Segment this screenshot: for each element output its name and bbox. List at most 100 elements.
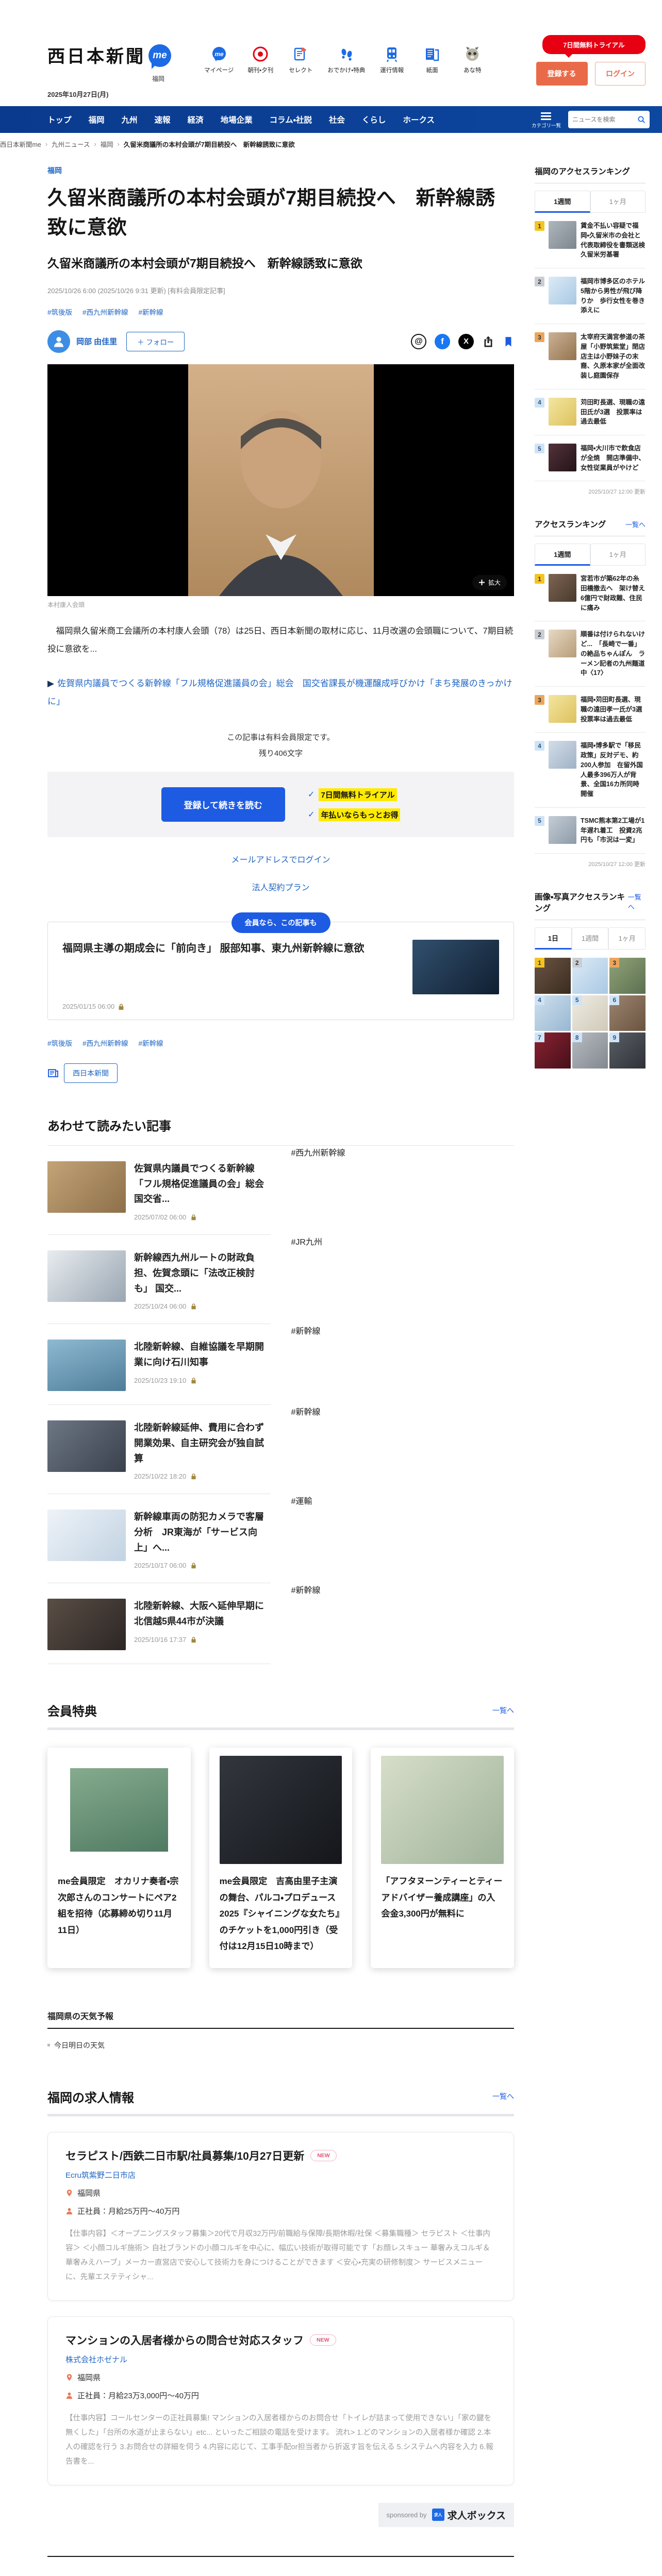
tab-1day[interactable]: 1日 xyxy=(535,927,572,950)
photo-ranking-item[interactable]: 7 xyxy=(535,1032,571,1069)
category-list-button[interactable]: カテゴリ一覧 xyxy=(532,111,561,129)
photo-ranking-item[interactable]: 8 xyxy=(572,1032,608,1069)
nav-jiba-kigyo[interactable]: 地場企業 xyxy=(221,114,253,125)
breadcrumb-kyushu-news[interactable]: 九州ニュース xyxy=(52,139,90,149)
ranking-item[interactable]: 5 福岡・大川市で飲食店が全焼 開店準備中、女性従業員がやけど xyxy=(535,435,646,482)
x-share-icon[interactable]: X xyxy=(458,333,474,349)
benefits-more-link[interactable]: 一覧へ xyxy=(492,1705,514,1716)
ranking-item[interactable]: 1 宮若市が築62年の糸田橋撤去へ 架け替え6億円で財政難、住民に痛み xyxy=(535,566,646,622)
member-article-thumbnail[interactable] xyxy=(412,940,499,995)
job-company-link[interactable]: Ecru筑紫野二日市店 xyxy=(65,2170,136,2180)
tag-chikugo[interactable]: #筑後版 xyxy=(47,307,72,317)
related-tag[interactable]: #新幹線 xyxy=(291,1324,515,1405)
photo-ranking-item[interactable]: 3 xyxy=(609,958,646,994)
nav-hawks[interactable]: ホークス xyxy=(403,114,435,125)
ranking-item[interactable]: 2 福岡市博多区のホテル5階から男性が飛び降りか 歩行女性を巻き添えに xyxy=(535,268,646,324)
print-paper-link[interactable]: 紙面 xyxy=(419,45,445,74)
article-main-photo[interactable]: 拡大 xyxy=(47,364,514,596)
tag-nishikyushu-shinkansen[interactable]: #西九州新幹線 xyxy=(82,307,128,317)
article-category-link[interactable]: 福岡 xyxy=(47,166,62,175)
ranking-item[interactable]: 3 太宰府天満宮参道の茶屋「小野筑紫堂」閉店 店主は小野妹子の末裔、久原本家が全… xyxy=(535,324,652,389)
photo-ranking-item[interactable]: 6 xyxy=(609,995,646,1031)
ranking-item[interactable]: 4 苅田町長選、現職の遠田氏が3選 投票率は過去最低 xyxy=(535,389,646,435)
weather-today-link[interactable]: 今日明日の天気 xyxy=(47,2040,105,2050)
tab-1month[interactable]: 1ヶ月 xyxy=(590,191,646,213)
photo-ranking-item[interactable]: 5 xyxy=(572,995,608,1031)
register-button[interactable]: 登録する xyxy=(536,62,588,86)
nav-keizai[interactable]: 経済 xyxy=(188,114,204,125)
tab-1week[interactable]: 1週間 xyxy=(535,191,590,213)
related-tag[interactable]: #新幹線 xyxy=(291,1405,515,1494)
follow-button[interactable]: ＋ フォロー xyxy=(126,331,185,351)
photo-expand-button[interactable]: 拡大 xyxy=(472,574,507,590)
benefit-card[interactable]: me会員限定 オカリナ奏者・宗次郎さんのコンサートにペア2組を招待（応募締め切り… xyxy=(47,1748,191,1968)
related-article[interactable]: 北陸新幹線延伸、費用に合わず 開業効果、自主研究会が独自試算 2025/10/2… xyxy=(47,1405,273,1495)
anatoku-link[interactable]: あな特 xyxy=(459,45,486,74)
ranking-more-link[interactable]: 一覧へ xyxy=(625,519,646,529)
tag-shinkansen[interactable]: #新幹線 xyxy=(139,1038,163,1048)
benefit-card[interactable]: me会員限定 吉高由里子主演の舞台、パルコ・プロデュース2025『シャイニングな… xyxy=(209,1748,353,1968)
select-news-link[interactable]: セレクト xyxy=(287,45,314,74)
nav-kurashi[interactable]: くらし xyxy=(362,114,386,125)
outing-benefits-link[interactable]: おでかけ・特典 xyxy=(327,45,365,74)
site-logo[interactable]: 西日本新聞 xyxy=(47,44,145,66)
facebook-share-icon[interactable]: f xyxy=(435,333,450,349)
inline-related-link[interactable]: ▶ 佐賀県内議員でつくる新幹線「フル規格促進議員の会」総会 国交省課長が機運醸成呼… xyxy=(47,674,514,711)
photo-ranking-item[interactable]: 9 xyxy=(609,1032,646,1069)
breadcrumb-fukuoka[interactable]: 福岡 xyxy=(101,139,113,149)
search-input[interactable] xyxy=(572,116,633,123)
breadcrumb-home[interactable]: 西日本新聞me xyxy=(0,139,41,149)
related-article[interactable]: 新幹線車両の防犯カメラで客層分析 JR東海が「サービス向上」へ... 2025/… xyxy=(47,1494,271,1584)
related-article[interactable]: 北陸新幹線、大阪へ延伸早期に 北信越5県44市が決議 2025/10/16 17… xyxy=(47,1583,273,1665)
publisher-chip[interactable]: 西日本新聞 xyxy=(64,1063,118,1083)
ranking-item[interactable]: 2 順番は付けられないけど... 「長崎で一番」の絶品ちゃんぽん ラーメン記者の… xyxy=(535,621,646,687)
job-company-link[interactable]: 株式会社ホゼナル xyxy=(65,2354,127,2365)
login-button[interactable]: ログイン xyxy=(595,62,646,86)
related-article[interactable]: 佐賀県内議員でつくる新幹線「フル規格促進議員の会」総会 国交省... 2025/… xyxy=(47,1146,273,1235)
threads-share-icon[interactable]: @ xyxy=(411,333,426,349)
email-login-link[interactable]: メールアドレスでログイン xyxy=(47,853,514,865)
ranking-item[interactable]: 4 福岡・博多駅で「移民政策」反対デモ、約200人参加 在留外国人最多396万人… xyxy=(535,733,646,808)
photo-ranking-more-link[interactable]: 一覧へ xyxy=(628,892,646,911)
photo-ranking-item[interactable]: 2 xyxy=(572,958,608,994)
search-icon[interactable] xyxy=(637,115,646,124)
tag-nishikyushu-shinkansen[interactable]: #西九州新幹線 xyxy=(82,1038,128,1048)
share-icon[interactable] xyxy=(482,335,494,348)
related-tag[interactable]: #JR九州 xyxy=(291,1235,515,1324)
tab-1month[interactable]: 1ヶ月 xyxy=(590,544,646,566)
author-name-link[interactable]: 岡部 由佳里 xyxy=(76,336,117,347)
job-card[interactable]: セラピスト/西鉄二日市駅/社員募集/10月27日更新 NEW Ecru筑紫野二日… xyxy=(47,2131,514,2301)
morning-evening-paper-link[interactable]: 朝刊・夕刊 xyxy=(247,45,274,74)
kyujinbox-logo-link[interactable]: 求人 求人ボックス xyxy=(432,2508,506,2522)
nav-column[interactable]: コラム・社説 xyxy=(270,114,312,125)
transit-info-link[interactable]: 運行情報 xyxy=(378,45,405,74)
nav-kyushu[interactable]: 九州 xyxy=(122,114,138,125)
mypage-link[interactable]: me マイページ xyxy=(204,45,234,74)
ranking-item[interactable]: 5 TSMC熊本第2工場が1年遅れ着工 投資2兆円も「市況は一変」 xyxy=(535,808,646,854)
tab-1week[interactable]: 1週間 xyxy=(535,544,590,566)
tab-1week[interactable]: 1週間 xyxy=(571,927,609,950)
nav-fukuoka[interactable]: 福岡 xyxy=(89,114,105,125)
ranking-item[interactable]: 1 賃金不払い容疑で福岡・久留米市の会社と代表取締役を書類送検 久留米労基署 xyxy=(535,213,652,268)
nav-top[interactable]: トップ xyxy=(47,114,72,125)
bookmark-icon[interactable] xyxy=(503,336,514,347)
related-tag[interactable]: #西九州新幹線 xyxy=(291,1146,515,1235)
tag-chikugo[interactable]: #筑後版 xyxy=(47,1038,72,1048)
related-article[interactable]: 北陸新幹線、自維協議を早期開業に向け石川知事 2025/10/23 19:10 xyxy=(47,1324,271,1405)
jobs-more-link[interactable]: 一覧へ xyxy=(492,2091,514,2102)
ranking-item[interactable]: 3 福岡・苅田町長選、現職の遠田孝一氏が3選 投票率は過去最低 xyxy=(535,687,649,733)
nav-shakai[interactable]: 社会 xyxy=(329,114,345,125)
nav-sokuho[interactable]: 速報 xyxy=(155,114,171,125)
related-tag[interactable]: #新幹線 xyxy=(291,1583,515,1664)
photo-ranking-item[interactable]: 1 xyxy=(535,958,571,994)
author-avatar[interactable] xyxy=(47,330,70,353)
tab-1month[interactable]: 1ヶ月 xyxy=(608,927,646,950)
related-article[interactable]: 新幹線西九州ルートの財政負担、佐賀念頭に「法改正検討も」 国交... 2025/… xyxy=(47,1235,271,1325)
corporate-plan-link[interactable]: 法人契約プラン xyxy=(47,880,514,893)
register-read-button[interactable]: 登録して続きを読む xyxy=(161,787,286,822)
tag-shinkansen[interactable]: #新幹線 xyxy=(139,307,163,317)
benefit-card[interactable]: 「アフタヌーンティーとティーアドバイザー養成講座」の入会金3,300円が無料に xyxy=(371,1748,515,1968)
photo-ranking-item[interactable]: 4 xyxy=(535,995,571,1031)
related-tag[interactable]: #運輸 xyxy=(291,1494,515,1583)
member-article-link[interactable]: 福岡県主導の期成会に「前向き」 服部知事、東九州新幹線に意欲 xyxy=(62,940,400,994)
